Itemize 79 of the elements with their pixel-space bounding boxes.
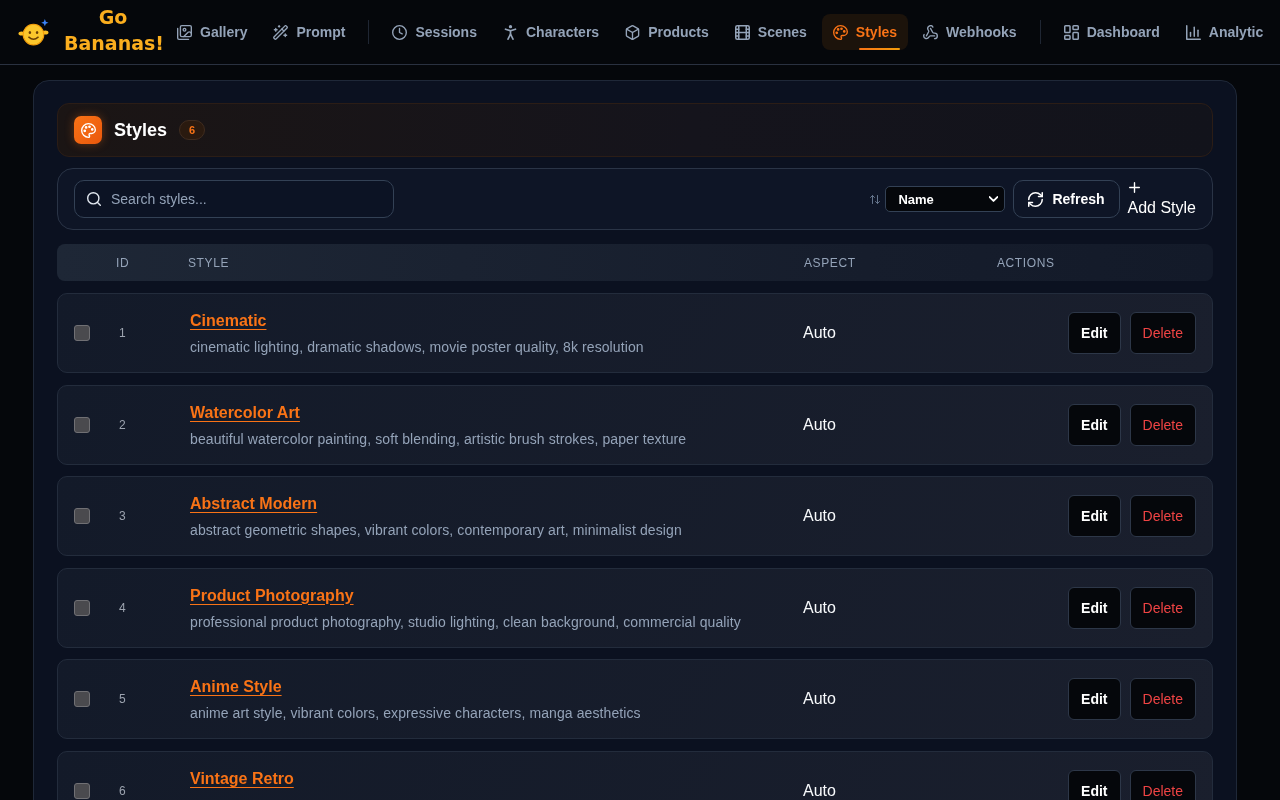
row-checkbox[interactable]	[74, 416, 90, 433]
column-header: ASPECT	[804, 255, 857, 270]
refresh-icon	[1028, 191, 1044, 207]
nav-tab[interactable]: Sessions	[381, 14, 488, 50]
nav-tab[interactable]: Products	[614, 14, 720, 50]
row-id: 6	[118, 783, 126, 798]
style-name-link[interactable]: Vintage Retro	[190, 767, 294, 790]
delete-button[interactable]: Delete	[1129, 678, 1196, 721]
row-checkbox[interactable]	[74, 691, 90, 708]
clock-icon	[392, 24, 408, 40]
column-header: STYLE	[188, 255, 230, 270]
delete-button[interactable]: Delete	[1129, 312, 1196, 354]
edit-button[interactable]: Edit	[1068, 403, 1121, 446]
magic-wand-icon	[273, 24, 289, 40]
dashboard-icon	[1063, 24, 1079, 40]
palette-icon	[74, 116, 102, 144]
row-id: 1	[118, 326, 126, 340]
style-description: anime art style, vibrant colors, expressive characters, manga aesthetics	[190, 704, 641, 723]
row-id: 3	[118, 509, 126, 524]
bar-chart-icon	[1185, 24, 1201, 40]
style-name-link[interactable]: Cinematic	[190, 310, 267, 332]
nav-tab[interactable]: Analytic	[1174, 14, 1275, 50]
nav-tab[interactable]: Webhooks	[912, 14, 1028, 50]
add-style-button[interactable]: Add Style	[1127, 181, 1196, 217]
search-icon	[87, 192, 101, 206]
smiley-logo-icon	[18, 18, 50, 46]
row-id: 2	[118, 417, 126, 432]
webhook-icon	[923, 24, 939, 40]
nav-tab[interactable]: Characters	[491, 14, 611, 50]
sort-icon	[870, 193, 881, 205]
aspect-value: Auto	[803, 415, 836, 434]
style-description: abstract geometric shapes, vibrant colors, contemporary art, minimalist design	[190, 521, 682, 540]
style-description: cinematic lighting, dramatic shadows, movie poster quality, 8k resolution	[190, 338, 644, 356]
edit-button[interactable]: Edit	[1068, 312, 1121, 354]
aspect-value: Auto	[803, 781, 836, 800]
edit-button[interactable]: Edit	[1068, 769, 1121, 800]
style-name-link[interactable]: Abstract Modern	[190, 493, 318, 516]
images-icon	[177, 24, 192, 40]
style-name-link[interactable]: Anime Style	[190, 676, 282, 699]
edit-button[interactable]: Edit	[1068, 678, 1121, 721]
nav-tab[interactable]: Gallery	[166, 14, 259, 50]
delete-button[interactable]: Delete	[1129, 403, 1196, 446]
nav-tab[interactable]: Styles	[821, 14, 909, 50]
delete-button[interactable]: Delete	[1129, 586, 1196, 629]
brand-name[interactable]: Go Bananas!	[64, 4, 162, 56]
aspect-value: Auto	[803, 598, 836, 617]
edit-button[interactable]: Edit	[1068, 586, 1121, 629]
page-title: Styles	[114, 119, 168, 141]
nav-tab[interactable]: Prompt	[262, 14, 357, 50]
row-checkbox[interactable]	[74, 782, 90, 799]
delete-button[interactable]: Delete	[1129, 769, 1196, 800]
delete-button[interactable]: Delete	[1129, 495, 1196, 538]
row-id: 5	[118, 692, 126, 707]
chevron-down-icon	[989, 196, 999, 202]
aspect-value: Auto	[803, 324, 836, 342]
palette-icon	[832, 24, 848, 40]
count-badge: 6	[179, 120, 206, 140]
cube-icon	[625, 24, 641, 40]
style-name-link[interactable]: Watercolor Art	[190, 401, 300, 424]
row-checkbox[interactable]	[74, 599, 90, 616]
row-checkbox[interactable]	[74, 508, 90, 525]
sort-select[interactable]: Name	[885, 186, 1006, 212]
column-header: ID	[116, 255, 131, 270]
nav-tab[interactable]: Scenes	[723, 14, 818, 50]
search-field[interactable]: Search styles...	[74, 180, 394, 218]
film-icon	[734, 24, 750, 40]
row-checkbox[interactable]	[74, 325, 90, 341]
person-icon	[502, 24, 518, 40]
style-description: professional product photography, studio lighting, clean background, commercial quality	[190, 612, 741, 631]
plus-icon	[1128, 181, 1140, 193]
edit-button[interactable]: Edit	[1068, 495, 1121, 538]
row-id: 4	[118, 600, 126, 615]
column-header: ACTIONS	[997, 255, 1056, 270]
aspect-value: Auto	[803, 507, 836, 526]
style-name-link[interactable]: Product Photography	[190, 584, 354, 607]
style-description: beautiful watercolor painting, soft blending, artistic brush strokes, paper texture	[190, 429, 687, 448]
aspect-value: Auto	[803, 690, 836, 709]
nav-tab[interactable]: Dashboard	[1052, 14, 1171, 50]
refresh-button[interactable]: Refresh	[1013, 180, 1120, 218]
